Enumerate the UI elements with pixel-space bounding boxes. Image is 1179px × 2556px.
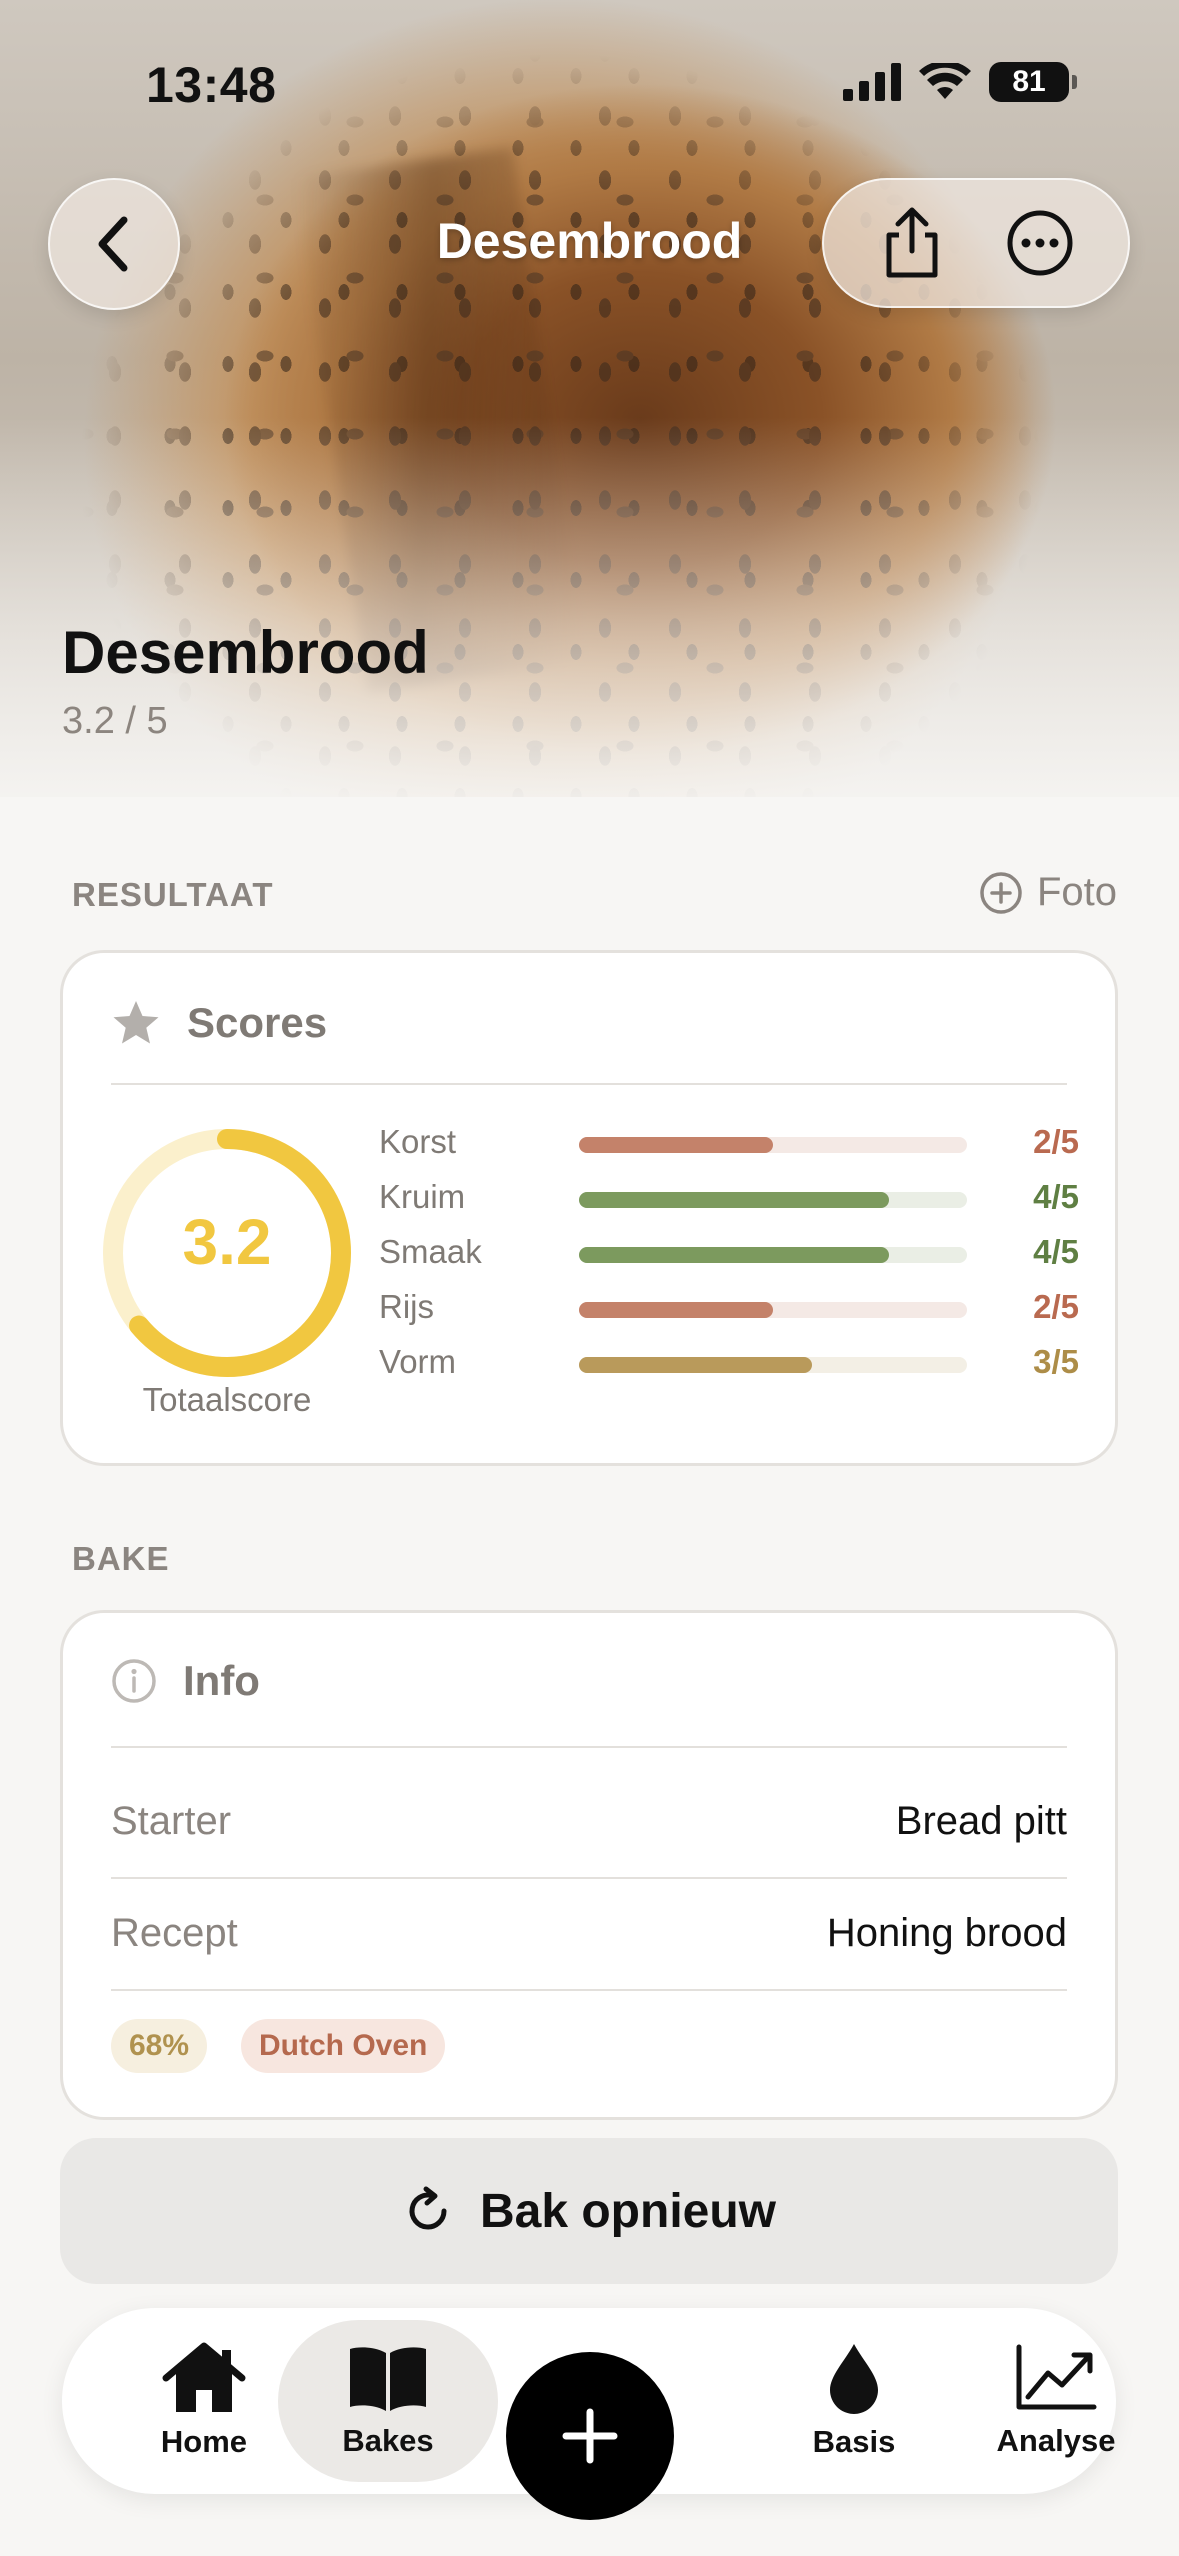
info-row-value: Honing brood [826, 1910, 1067, 1955]
tab-label: Analyse [996, 2423, 1116, 2458]
tab-label: Basis [812, 2424, 896, 2459]
score-row-rijs: Rijs 2/5 [379, 1284, 1079, 1334]
divider [111, 1746, 1067, 1748]
score-bar-track [579, 1247, 967, 1263]
score-row-smaak: Smaak 4/5 [379, 1229, 1079, 1279]
score-name: Smaak [379, 1233, 482, 1270]
rebake-button[interactable]: Bak opnieuw [60, 2138, 1118, 2284]
add-photo-button[interactable]: Foto [979, 870, 1117, 915]
section-label-bake: BAKE [72, 1540, 170, 1577]
tab-label: Home [160, 2424, 248, 2459]
bake-score-subtitle: 3.2 / 5 [62, 700, 168, 742]
divider [111, 1877, 1067, 1879]
scores-card: Scores 3.2 Totaalscore Korst 2/5 Kruim 4/5 S… [60, 950, 1118, 1466]
score-bar-track [579, 1192, 967, 1208]
plus-icon [562, 2408, 618, 2464]
score-bar-fill [579, 1247, 890, 1263]
score-bar-fill [579, 1192, 890, 1208]
score-row-kruim: Kruim 4/5 [379, 1174, 1079, 1224]
more-icon [1007, 210, 1073, 276]
score-value: 3/5 [1033, 1343, 1079, 1380]
scores-card-title: Scores [187, 999, 328, 1046]
total-score-value: 3.2 [182, 1206, 272, 1278]
score-bar-track [579, 1302, 967, 1318]
tab-label: Bakes [342, 2423, 434, 2458]
total-score-label: Totaalscore [142, 1381, 312, 1418]
tab-analyse[interactable]: Analyse [946, 2320, 1166, 2482]
score-bar-fill [579, 1302, 773, 1318]
cellular-signal-icon [843, 63, 901, 101]
score-bar-track [579, 1137, 967, 1153]
info-row-key: Starter [111, 1798, 232, 1843]
house-icon [162, 2342, 246, 2412]
score-value: 2/5 [1033, 1288, 1079, 1325]
status-time: 13:48 [146, 57, 277, 113]
plus-circle-icon [980, 871, 1022, 914]
rebake-label: Bak opnieuw [479, 2184, 777, 2238]
tab-basis[interactable]: Basis [744, 2320, 964, 2482]
status-icons: 81 [843, 62, 1077, 102]
divider [111, 1083, 1067, 1085]
score-name: Rijs [379, 1288, 434, 1325]
hydration-tag: 68% [111, 2019, 208, 2073]
info-row-starter[interactable]: Starter Bread pitt [111, 1791, 1067, 1851]
divider [111, 1989, 1067, 1991]
total-score-ring: 3.2 [97, 1123, 357, 1383]
score-bar-track [579, 1357, 967, 1373]
info-row-recept[interactable]: Recept Honing brood [111, 1903, 1067, 1963]
section-label-resultaat: RESULTAAT [72, 876, 274, 913]
add-bake-button[interactable] [506, 2352, 674, 2520]
info-card-title: Info [183, 1657, 260, 1704]
action-pill [822, 178, 1130, 308]
score-name: Korst [379, 1123, 457, 1160]
book-icon [350, 2347, 426, 2411]
info-card-header: Info [111, 1657, 260, 1705]
drop-icon [830, 2344, 878, 2414]
bake-title: Desembrood [62, 619, 429, 686]
score-value: 4/5 [1033, 1233, 1079, 1270]
info-row-key: Recept [111, 1910, 238, 1955]
share-icon [886, 207, 938, 278]
info-row-value: Bread pitt [895, 1798, 1067, 1843]
score-value: 4/5 [1033, 1178, 1079, 1215]
score-value: 2/5 [1033, 1123, 1079, 1160]
scores-card-header: Scores [111, 999, 327, 1047]
wifi-icon [919, 63, 971, 99]
score-row-korst: Korst 2/5 [379, 1119, 1079, 1169]
score-name: Vorm [379, 1343, 457, 1380]
info-card: Info Starter Bread pitt Recept Honing br… [60, 1610, 1118, 2120]
star-icon [113, 1001, 159, 1044]
tab-bakes[interactable]: Bakes [278, 2320, 498, 2482]
add-photo-label: Foto [1036, 870, 1117, 914]
more-button[interactable] [990, 193, 1090, 293]
score-name: Kruim [379, 1178, 466, 1215]
score-bar-fill [579, 1137, 773, 1153]
refresh-icon [409, 2186, 447, 2230]
score-bar-fill [579, 1357, 812, 1373]
score-row-vorm: Vorm 3/5 [379, 1339, 1079, 1389]
share-button[interactable] [862, 193, 962, 293]
info-icon [112, 1659, 156, 1703]
battery-icon: 81 [989, 62, 1077, 102]
oven-tag: Dutch Oven [241, 2019, 446, 2073]
chart-icon [1016, 2344, 1097, 2410]
